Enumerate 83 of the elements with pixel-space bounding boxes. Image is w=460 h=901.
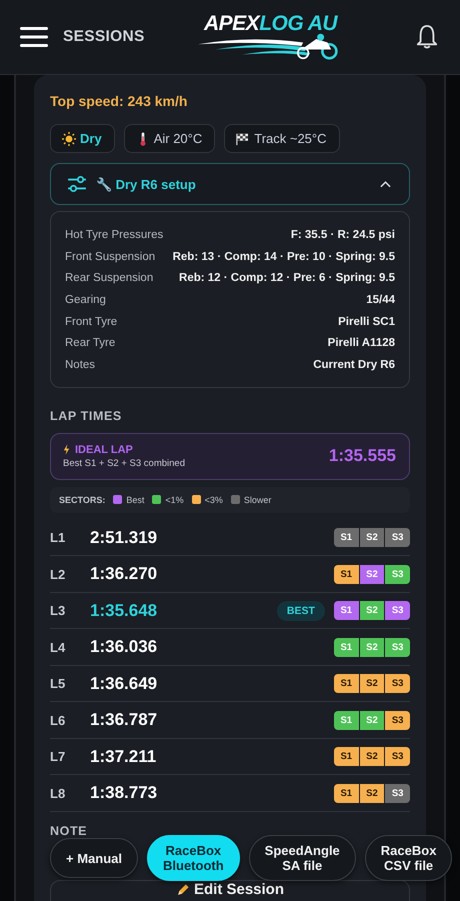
setup-label: Gearing: [65, 294, 106, 306]
sector-chip: S2: [360, 638, 384, 657]
legend-label: <1%: [165, 494, 184, 505]
sector-chip: S2: [360, 747, 384, 766]
lightning-icon: [63, 444, 70, 456]
lap-time: 1:35.648: [90, 600, 158, 621]
setup-value: F: 35.5 · R: 24.5 psi: [290, 228, 395, 241]
import-button[interactable]: SpeedAngle SA file: [248, 835, 356, 881]
checkered-flag-icon: [236, 132, 250, 146]
lap-time: 1:36.649: [90, 674, 158, 694]
top-speed: Top speed: 243 km/h: [50, 93, 188, 109]
setup-value: Pirelli A1128: [328, 337, 395, 350]
sector-chip: S1: [334, 674, 359, 694]
sector-chip: S1: [334, 601, 359, 620]
import-button[interactable]: RaceBox Bluetooth: [147, 835, 240, 881]
sector-chip: S2: [360, 601, 384, 620]
sector-chip: S3: [385, 710, 410, 730]
sector-chip: S1: [334, 528, 359, 548]
sector-chip: S3: [385, 601, 410, 620]
lap-time: 2:51.319: [90, 528, 158, 548]
sector-chip: S2: [360, 674, 384, 694]
ideal-lap-subtitle: Best S1 + S2 + S3 combined: [63, 458, 185, 469]
setup-label: Front Suspension: [65, 250, 156, 263]
bell-icon[interactable]: [416, 24, 438, 50]
lap-number: L3: [50, 603, 66, 618]
setup-label: Rear Suspension: [65, 272, 154, 284]
sun-icon: [62, 132, 76, 146]
sector-chip: S1: [334, 784, 359, 803]
setup-value: Reb: 12 · Comp: 12 · Pre: 6 · Spring: 9.5: [179, 272, 395, 284]
lap-time: 1:36.787: [90, 710, 158, 730]
ideal-lap-time: 1:35.555: [328, 446, 396, 466]
setup-label: Notes: [65, 358, 96, 371]
sector-chip: S3: [385, 674, 410, 694]
lap-number: L8: [50, 786, 66, 801]
sector-chip: S2: [360, 784, 384, 803]
lap-number: L7: [50, 749, 66, 764]
setup-label: Front Tyre: [65, 316, 118, 328]
lap-number: L2: [50, 566, 66, 582]
sector-chip: S1: [334, 747, 359, 766]
setup-value: Current Dry R6: [313, 358, 395, 371]
setup-value: Reb: 13 · Comp: 14 · Pre: 10 · Spring: 9.5: [172, 250, 395, 263]
ideal-lap-title: IDEAL LAP: [75, 444, 133, 456]
sliders-icon: [68, 176, 86, 192]
condition-chip: Air 20°C: [124, 124, 216, 153]
lap-time: 1:37.211: [90, 746, 156, 767]
legend-label: Slower: [244, 494, 272, 505]
lap-time: 1:36.036: [90, 637, 158, 658]
page-title: SESSIONS: [63, 28, 145, 46]
condition-chip: Track ~25°C: [224, 124, 340, 153]
best-badge: BEST: [276, 600, 325, 621]
sector-chip: S1: [334, 638, 359, 657]
setup-value: Pirelli SC1: [338, 316, 395, 328]
legend-label: Best: [126, 494, 144, 505]
import-button[interactable]: RaceBox CSV file: [364, 835, 452, 881]
sector-chip: S3: [385, 638, 410, 657]
section-heading: LAP TIMES: [50, 408, 123, 423]
setup-value: 15/44: [366, 294, 395, 306]
setup-header[interactable]: 🔧 Dry R6 setup: [50, 163, 410, 205]
lap-time: 1:36.270: [90, 564, 158, 584]
legend-label: <3%: [204, 494, 223, 505]
pencil-icon: [176, 882, 190, 897]
sector-chip: S2: [360, 710, 384, 730]
lap-number: L6: [50, 712, 66, 728]
sector-chip: S3: [385, 784, 410, 803]
sector-chip: S3: [385, 747, 410, 766]
sector-chip: S2: [360, 564, 384, 584]
sector-chip: S3: [385, 528, 410, 548]
condition-chip: Dry: [50, 124, 115, 153]
logo: APEXLOG AU: [190, 14, 355, 60]
sector-chip: S1: [334, 564, 359, 584]
setup-label: Rear Tyre: [65, 337, 116, 350]
sector-chip: S3: [385, 564, 410, 584]
setup-label: Hot Tyre Pressures: [65, 228, 164, 241]
lap-time: 1:38.773: [90, 783, 158, 804]
import-button[interactable]: + Manual: [50, 838, 138, 878]
section-heading: NOTE: [50, 824, 88, 838]
sector-chip: S1: [334, 710, 359, 730]
lap-number: L4: [50, 640, 66, 655]
legend-label: SECTORS:: [59, 494, 106, 505]
menu-icon[interactable]: [20, 26, 48, 48]
lap-number: L1: [50, 530, 66, 546]
lap-number: L5: [50, 676, 66, 692]
sector-chip: S2: [360, 528, 384, 548]
